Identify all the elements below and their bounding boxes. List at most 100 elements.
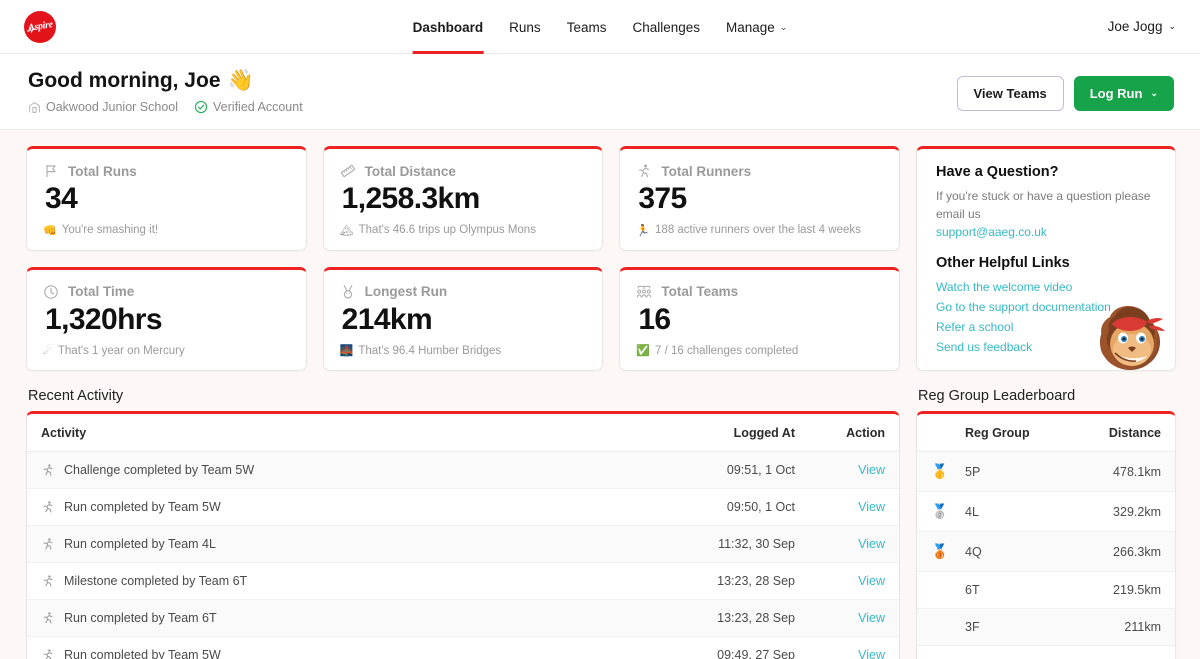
stat-label: Longest Run — [364, 284, 448, 300]
greeting-actions: View Teams Log Run ⌄ — [956, 68, 1174, 111]
top-navigation-bar: Aspire Dashboard Runs Teams Challenges M… — [0, 0, 1200, 54]
recent-activity-card: Activity Logged At Action Challenge comp… — [26, 411, 900, 659]
user-menu[interactable]: Joe Jogg ⌄ — [1108, 19, 1176, 34]
runner-icon — [43, 649, 53, 659]
stat-footnote: 🏔 That's 46.6 trips up Olympus Mons — [340, 224, 587, 237]
view-link[interactable]: View — [858, 574, 885, 588]
stat-label: Total Teams — [661, 284, 739, 300]
table-row[interactable]: Run completed by Team 6T 13:23, 28 Sep V… — [27, 599, 899, 638]
lion-mascot-icon — [1100, 306, 1165, 371]
greeting-bar: Good morning, Joe 👋 Oakwood Junior Schoo… — [0, 54, 1200, 131]
rank-medal-icon: 🥇 — [917, 451, 951, 493]
rank-medal-icon: 🥉 — [917, 531, 951, 573]
stat-header: Total Time — [43, 284, 290, 300]
table-row[interactable]: 3F 211km — [917, 608, 1175, 646]
dashboard-upper: Total Runs 34 👊 You're smashing it! Tota… — [0, 130, 1200, 372]
table-row[interactable]: Run completed by Team 5W 09:49, 27 Sep V… — [27, 637, 899, 659]
nav-label-runs: Runs — [509, 19, 541, 35]
verified-badge: Verified Account — [194, 100, 303, 114]
runner-icon — [43, 612, 53, 624]
recent-activity-table: Activity Logged At Action Challenge comp… — [27, 414, 899, 659]
page-title: Good morning, Joe 👋 — [28, 68, 303, 94]
support-email-link[interactable]: support@aaeg.co.uk — [936, 225, 1047, 239]
fist-bump-icon: 👊 — [43, 224, 57, 237]
cell-reg-group: 6T — [951, 571, 1072, 610]
table-row[interactable]: 🥉 4Q 266.3km — [917, 531, 1175, 573]
nav-item-dashboard[interactable]: Dashboard — [412, 0, 483, 54]
helpful-links-title: Other Helpful Links — [936, 255, 1070, 272]
stat-card-total-runs[interactable]: Total Runs 34 👊 You're smashing it! — [26, 146, 307, 251]
cell-distance: 329.2km — [1071, 491, 1175, 533]
stat-footnote-text: That's 96.4 Humber Bridges — [358, 344, 502, 357]
table-row[interactable]: 🥈 4L 329.2km — [917, 491, 1175, 533]
teams-icon — [637, 285, 652, 298]
stat-footnote-text: You're smashing it! — [61, 224, 159, 237]
activity-text: Run completed by Team 5W — [64, 648, 221, 659]
stat-card-longest-run[interactable]: Longest Run 214km 🌉 That's 96.4 Humber B… — [322, 266, 604, 372]
cell-reg-group: 4Q — [951, 531, 1072, 573]
aspire-logo[interactable]: Aspire — [24, 10, 56, 43]
school-icon — [29, 101, 40, 113]
cell-action: View — [809, 599, 899, 638]
cell-action: View — [809, 488, 899, 527]
stat-footnote-text: That's 1 year on Mercury — [57, 344, 185, 357]
stat-value: 34 — [45, 182, 78, 216]
stat-header: Total Runners — [636, 163, 883, 179]
table-row[interactable]: Run completed by Team 5W 09:50, 1 Oct Vi… — [27, 488, 899, 527]
leaderboard-table: Reg Group Distance 🥇 5P 478.1km 🥈 4L 329… — [917, 414, 1175, 646]
stat-value: 16 — [638, 302, 671, 336]
activity-text: Milestone completed by Team 6T — [64, 574, 248, 589]
table-head: Activity Logged At Action — [27, 414, 899, 453]
table-header-row: Reg Group Distance — [917, 414, 1175, 453]
cell-reg-group: 3F — [951, 608, 1072, 646]
nav-item-manage[interactable]: Manage ⌄ — [726, 0, 787, 54]
stat-footnote: 👊 You're smashing it! — [43, 224, 290, 237]
clock-icon — [44, 284, 58, 299]
cell-reg-group: 5P — [951, 451, 1072, 493]
cell-action: View — [809, 562, 899, 601]
table-row[interactable]: 🥇 5P 478.1km — [917, 451, 1175, 493]
table-row[interactable]: Milestone completed by Team 6T 13:23, 28… — [27, 562, 899, 601]
cell-activity: Milestone completed by Team 6T — [27, 562, 659, 601]
runner-icon — [639, 164, 650, 178]
nav-item-runs[interactable]: Runs — [509, 0, 541, 54]
leaderboard-footer: See full leaderboard — [917, 645, 1175, 659]
stat-card-total-distance[interactable]: Total Distance 1,258.3km 🏔 That's 46.6 t… — [322, 146, 604, 251]
stat-card-total-time[interactable]: Total Time 1,320hrs ☄ That's 1 year on M… — [26, 266, 307, 372]
ruler-icon — [340, 165, 355, 178]
table-row[interactable]: 6T 219.5km — [917, 571, 1175, 610]
view-link[interactable]: View — [858, 648, 885, 659]
stat-card-total-runners[interactable]: Total Runners 375 🏃 188 active runners o… — [619, 146, 900, 251]
comet-icon: ☄ — [43, 345, 53, 358]
mountain-icon: 🏔 — [339, 224, 354, 237]
help-text: If you're stuck or have a question pleas… — [936, 189, 1151, 221]
view-link[interactable]: View — [858, 500, 885, 514]
nav-label-teams: Teams — [566, 19, 607, 35]
cell-distance: 478.1km — [1071, 451, 1175, 493]
greeting-subline: Oakwood Junior School Verified Account — [28, 100, 303, 114]
table-row[interactable]: Run completed by Team 4L 11:32, 30 Sep V… — [27, 525, 899, 564]
flag-icon — [46, 165, 56, 178]
view-link[interactable]: View — [858, 537, 885, 551]
view-link[interactable]: View — [858, 463, 885, 477]
log-run-button[interactable]: Log Run ⌄ — [1073, 76, 1174, 111]
stat-value: 1,320hrs — [45, 302, 163, 336]
stat-footnote: 🏃 188 active runners over the last 4 wee… — [636, 224, 883, 237]
list-item: Watch the welcome video — [936, 278, 1157, 296]
stat-header: Total Teams — [636, 284, 883, 300]
stat-card-total-teams[interactable]: Total Teams 16 ✅ 7 / 16 challenges compl… — [619, 266, 900, 372]
table-head: Reg Group Distance — [917, 414, 1175, 453]
link-refer-school[interactable]: Refer a school — [936, 320, 1013, 334]
link-welcome-video[interactable]: Watch the welcome video — [936, 280, 1072, 294]
leaderboard-card: Reg Group Distance 🥇 5P 478.1km 🥈 4L 329… — [916, 411, 1176, 659]
nav-item-challenges[interactable]: Challenges — [632, 0, 700, 54]
table-row[interactable]: Challenge completed by Team 5W 09:51, 1 … — [27, 451, 899, 490]
view-link[interactable]: View — [858, 611, 885, 625]
medal-icon — [343, 284, 353, 299]
runner-icon — [43, 575, 53, 587]
view-teams-button[interactable]: View Teams — [956, 76, 1064, 111]
link-send-feedback[interactable]: Send us feedback — [936, 340, 1032, 354]
help-panel: Have a Question? If you're stuck or have… — [916, 146, 1176, 372]
nav-item-teams[interactable]: Teams — [567, 0, 607, 54]
table-body: 🥇 5P 478.1km 🥈 4L 329.2km 🥉 4Q 266.3km 6… — [917, 451, 1175, 646]
